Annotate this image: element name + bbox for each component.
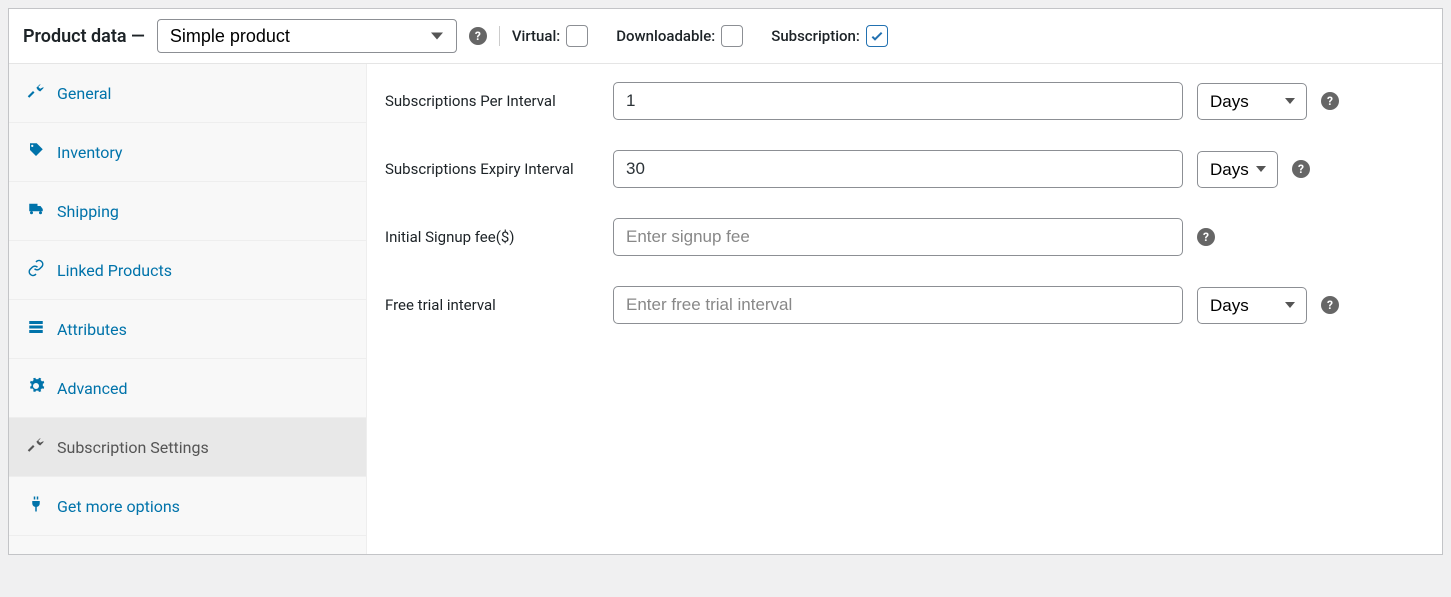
- sidebar: General Inventory Shipping Linked Produc…: [9, 64, 367, 554]
- sidebar-item-shipping[interactable]: Shipping: [9, 182, 366, 241]
- panel-header: Product data — Simple product ? Virtual:…: [9, 9, 1442, 64]
- separator: [499, 26, 500, 46]
- field-label: Free trial interval: [385, 296, 599, 314]
- sidebar-item-label: Inventory: [57, 143, 123, 162]
- field-label: Subscriptions Expiry Interval: [385, 160, 599, 178]
- help-icon[interactable]: ?: [1321, 296, 1339, 314]
- row-initial-signup-fee: Initial Signup fee($) ?: [385, 218, 1424, 256]
- field-label: Initial Signup fee($): [385, 228, 599, 246]
- sidebar-item-advanced[interactable]: Advanced: [9, 359, 366, 418]
- truck-icon: [27, 200, 45, 222]
- free-trial-interval-input[interactable]: [613, 286, 1183, 324]
- subscriptions-per-interval-input[interactable]: [613, 82, 1183, 120]
- sidebar-item-label: Get more options: [57, 497, 180, 516]
- sidebar-item-label: Shipping: [57, 202, 119, 221]
- wrench-icon: [27, 436, 45, 458]
- row-free-trial-interval: Free trial interval Days ?: [385, 286, 1424, 324]
- tag-icon: [27, 141, 45, 163]
- sidebar-item-label: General: [57, 84, 111, 103]
- wrench-icon: [27, 82, 45, 104]
- sidebar-item-linked-products[interactable]: Linked Products: [9, 241, 366, 300]
- sidebar-item-label: Advanced: [57, 379, 128, 398]
- header-checks: Virtual: Downloadable: Subscription:: [512, 25, 888, 47]
- expiry-interval-unit-select[interactable]: Days: [1197, 151, 1278, 188]
- sidebar-item-get-more-options[interactable]: Get more options: [9, 477, 366, 536]
- plug-icon: [27, 495, 45, 517]
- sidebar-item-attributes[interactable]: Attributes: [9, 300, 366, 359]
- virtual-checkbox[interactable]: [566, 25, 588, 47]
- field-label: Subscriptions Per Interval: [385, 92, 599, 110]
- gear-icon: [27, 377, 45, 399]
- row-subscriptions-expiry-interval: Subscriptions Expiry Interval Days ?: [385, 150, 1424, 188]
- content-area: Subscriptions Per Interval Days ? Subscr…: [367, 64, 1442, 554]
- free-trial-unit-select[interactable]: Days: [1197, 287, 1307, 324]
- help-icon[interactable]: ?: [469, 27, 487, 45]
- row-subscriptions-per-interval: Subscriptions Per Interval Days ?: [385, 82, 1424, 120]
- subscriptions-expiry-interval-input[interactable]: [613, 150, 1183, 188]
- virtual-label: Virtual:: [512, 27, 560, 45]
- sidebar-item-inventory[interactable]: Inventory: [9, 123, 366, 182]
- sidebar-item-label: Linked Products: [57, 261, 172, 280]
- sidebar-item-label: Subscription Settings: [57, 438, 209, 457]
- subscription-label: Subscription:: [771, 27, 860, 45]
- downloadable-label: Downloadable:: [616, 27, 715, 45]
- panel-title: Product data —: [23, 26, 145, 47]
- list-icon: [27, 318, 45, 340]
- help-icon[interactable]: ?: [1197, 228, 1215, 246]
- per-interval-unit-select[interactable]: Days: [1197, 83, 1307, 120]
- sidebar-item-general[interactable]: General: [9, 64, 366, 123]
- sidebar-item-label: Attributes: [57, 320, 127, 339]
- subscription-checkbox[interactable]: [866, 25, 888, 47]
- product-type-select[interactable]: Simple product: [157, 19, 457, 53]
- product-data-panel: Product data — Simple product ? Virtual:…: [8, 8, 1443, 555]
- link-icon: [27, 259, 45, 281]
- initial-signup-fee-input[interactable]: [613, 218, 1183, 256]
- panel-body: General Inventory Shipping Linked Produc…: [9, 64, 1442, 554]
- help-icon[interactable]: ?: [1292, 160, 1310, 178]
- sidebar-item-subscription-settings[interactable]: Subscription Settings: [9, 418, 366, 477]
- downloadable-checkbox[interactable]: [721, 25, 743, 47]
- help-icon[interactable]: ?: [1321, 92, 1339, 110]
